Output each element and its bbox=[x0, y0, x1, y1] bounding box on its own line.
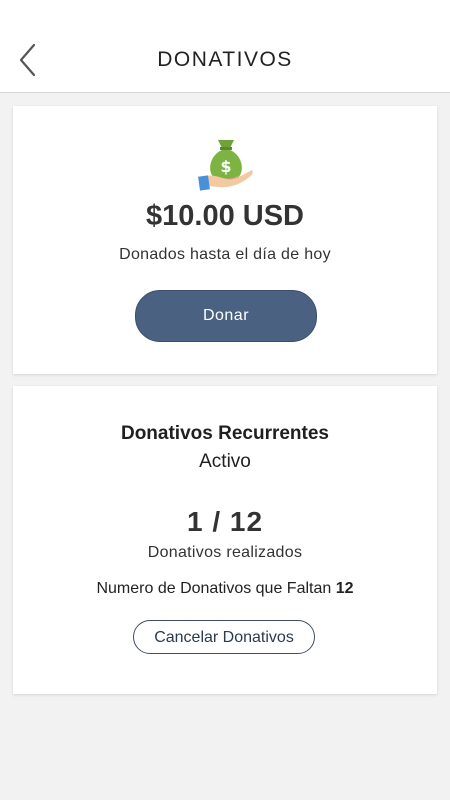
cancel-donations-button[interactable]: Cancelar Donativos bbox=[133, 620, 315, 654]
recurring-title: Donativos Recurrentes bbox=[120, 423, 329, 444]
remaining-donations-value: 12 bbox=[335, 580, 354, 597]
donations-count-caption: Donativos realizados bbox=[147, 544, 303, 560]
svg-text:$: $ bbox=[220, 157, 231, 176]
app-header: DONATIVOS bbox=[0, 0, 450, 93]
recurring-donations-card: Donativos Recurrentes Activo 1 / 12 Dona… bbox=[13, 386, 437, 694]
recurring-status: Activo bbox=[199, 451, 251, 472]
remaining-donations-label: Numero de Donativos que Faltan bbox=[96, 580, 332, 597]
donation-total-card: $ $10.00 USD Donados hasta el día de hoy… bbox=[13, 106, 437, 374]
donations-count: 1 / 12 bbox=[186, 506, 264, 537]
money-bag-hand-icon: $ bbox=[196, 132, 256, 192]
donated-amount: $10.00 USD bbox=[146, 200, 304, 232]
remaining-donations: Numero de Donativos que Faltan 12 bbox=[13, 580, 437, 598]
page-title: DONATIVOS bbox=[157, 48, 293, 71]
donated-amount-caption: Donados hasta el día de hoy bbox=[119, 246, 331, 263]
donate-button[interactable]: Donar bbox=[135, 290, 317, 342]
